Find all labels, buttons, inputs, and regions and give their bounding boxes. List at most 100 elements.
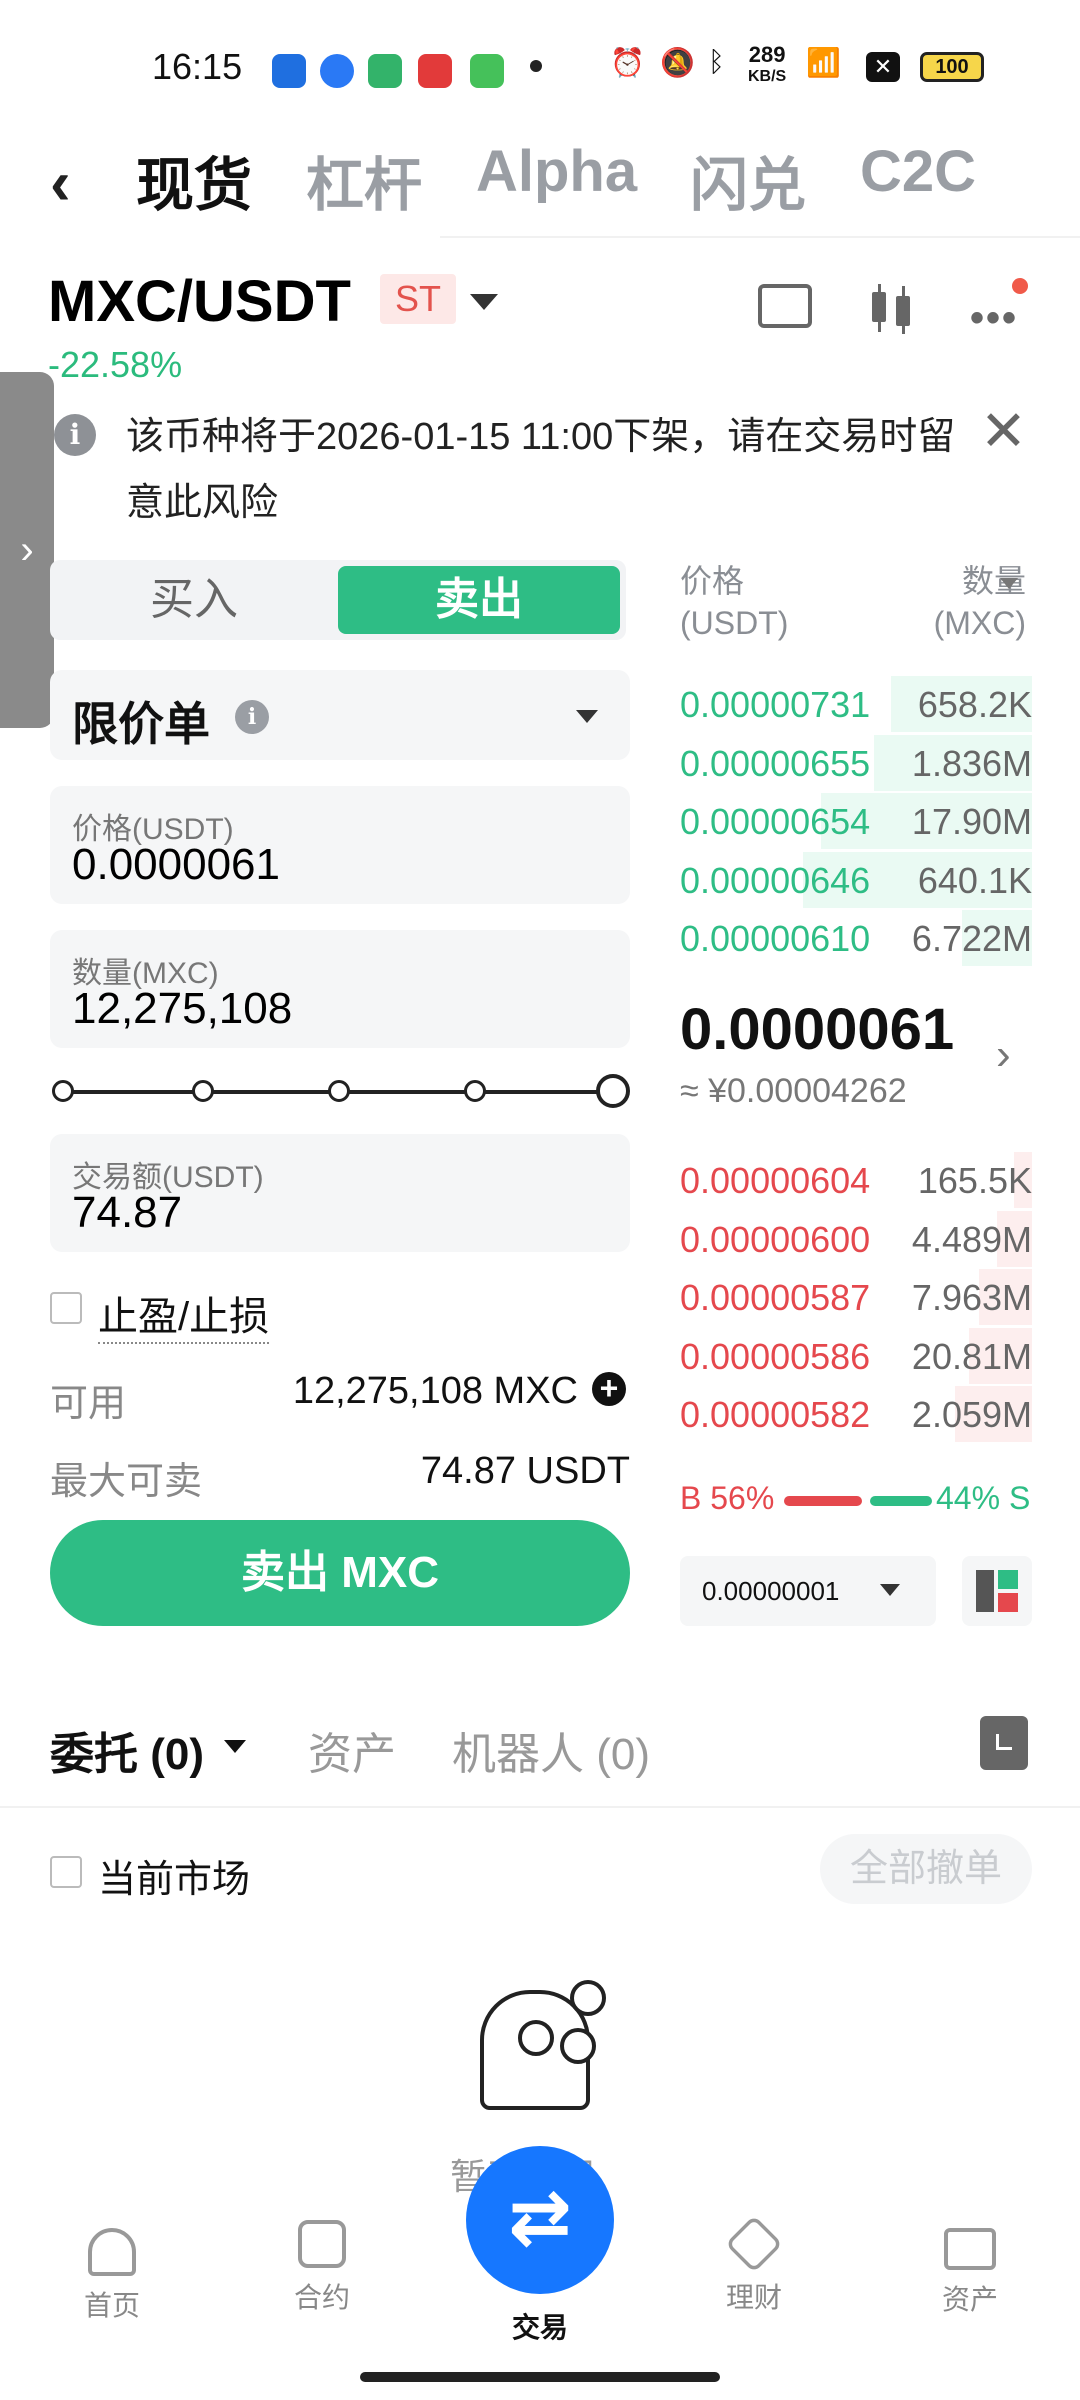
tpsl-label[interactable]: 止盈/止损	[98, 1284, 270, 1344]
bid-row[interactable]: 0.00000604 165.5K	[680, 1152, 1032, 1210]
current-market-label[interactable]: 当前市场	[98, 1848, 250, 1903]
bid-price: 0.00000586	[680, 1335, 871, 1377]
bid-price: 0.00000587	[680, 1277, 871, 1318]
ask-row[interactable]: 0.00000731 658.2K	[680, 676, 1032, 734]
slider-thumb[interactable]	[596, 1074, 630, 1108]
ask-row[interactable]: 0.00000646 640.1K	[680, 851, 1032, 910]
chevron-right-icon[interactable]: ›	[996, 1030, 1011, 1080]
quantity-input[interactable]: 数量(MXC) 12,275,108	[50, 930, 630, 1048]
bid-row[interactable]: 0.00000582 2.059M	[680, 1386, 1032, 1444]
cancel-all-button[interactable]: 全部撤单	[820, 1834, 1032, 1904]
chart-icon[interactable]	[758, 284, 812, 328]
bid-price: 0.00000604	[680, 1160, 871, 1201]
trade-fab-button[interactable]: ⇄	[466, 2146, 614, 2294]
available-label: 可用	[50, 1383, 127, 1425]
amount-input[interactable]: 交易额(USDT) 74.87	[50, 1134, 630, 1252]
order-history-icon[interactable]	[980, 1716, 1028, 1770]
home-indicator	[360, 2372, 720, 2382]
orderbook-layout-button[interactable]	[962, 1556, 1032, 1626]
price-input[interactable]: 价格(USDT) 0.0000061	[50, 786, 630, 904]
tab-margin[interactable]: 杠杆	[306, 138, 422, 222]
tab-bots[interactable]: 机器人 (0)	[452, 1718, 650, 1782]
music-app-icon	[418, 54, 452, 88]
side-drawer-handle[interactable]: ›	[0, 372, 54, 728]
tab-convert[interactable]: 闪兑	[690, 138, 806, 222]
futures-chart-icon	[298, 2220, 346, 2268]
store-app-icon	[470, 54, 504, 88]
bid-row[interactable]: 0.00000600 4.489M	[680, 1210, 1032, 1269]
nav-earn[interactable]: 理财	[684, 2215, 824, 2316]
tab-orders[interactable]: 委托 (0)	[50, 1718, 204, 1782]
candlestick-icon[interactable]	[866, 282, 918, 334]
nav-assets[interactable]: 资产	[900, 2228, 1040, 2318]
empty-state-illustration	[470, 1980, 610, 2120]
sell-tab[interactable]: 卖出	[338, 566, 620, 634]
qty-header-unit: (MXC)	[933, 605, 1026, 641]
quantity-value[interactable]: 12,275,108	[72, 984, 292, 1034]
tpsl-checkbox[interactable]	[50, 1292, 82, 1324]
close-icon[interactable]: ✕	[980, 398, 1027, 464]
network-speed: 289 KB/S	[748, 44, 786, 88]
amount-value[interactable]: 74.87	[72, 1188, 182, 1238]
precision-select[interactable]: 0.00000001	[680, 1556, 936, 1626]
bid-qty: 20.81M	[911, 1335, 1032, 1377]
tab-alpha[interactable]: Alpha	[476, 138, 637, 205]
ask-qty: 658.2K	[917, 684, 1032, 725]
tab-spot[interactable]: 现货	[136, 138, 252, 222]
ask-row[interactable]: 0.00000654 17.90M	[680, 793, 1032, 851]
ask-row[interactable]: 0.00000655 1.836M	[680, 734, 1032, 793]
wifi-icon: 📶	[806, 47, 841, 78]
tab-assets[interactable]: 资产	[308, 1718, 396, 1782]
price-value[interactable]: 0.0000061	[72, 840, 280, 890]
sell-ratio-bar	[870, 1496, 932, 1506]
nav-home[interactable]: 首页	[42, 2228, 182, 2324]
plus-circle-icon[interactable]: +	[592, 1372, 626, 1406]
sell-button[interactable]: 卖出 MXC	[50, 1520, 630, 1626]
ask-price: 0.00000654	[680, 801, 871, 842]
slider-step-50[interactable]	[328, 1080, 350, 1102]
ask-qty: 1.836M	[911, 742, 1032, 784]
info-icon: i	[54, 414, 96, 456]
bid-qty: 2.059M	[911, 1394, 1032, 1435]
bid-qty: 7.963M	[911, 1277, 1032, 1318]
buy-ratio-bar	[784, 1496, 862, 1506]
network-speed-unit: KB/S	[748, 68, 787, 85]
more-icon[interactable]: •••	[970, 296, 1018, 341]
orderbook-price-header: 价格 (USDT)	[680, 560, 788, 644]
price-header-label: 价格	[680, 563, 745, 599]
nav-trade-label[interactable]: 交易	[470, 2306, 610, 2346]
ask-price: 0.00000610	[680, 918, 871, 959]
chevron-down-icon	[576, 710, 598, 723]
orderbook-qty-header[interactable]: 数量 (MXC)	[880, 560, 1026, 644]
pair-symbol[interactable]: MXC/USDT	[48, 268, 351, 335]
qty-unit-dropdown-icon[interactable]	[1000, 578, 1018, 589]
pair-dropdown-icon[interactable]	[470, 294, 498, 310]
st-badge[interactable]: ST	[380, 274, 456, 324]
bid-price: 0.00000582	[680, 1394, 871, 1435]
tab-c2c[interactable]: C2C	[860, 138, 976, 205]
back-arrow-icon[interactable]: ‹	[50, 148, 71, 219]
order-type-select[interactable]: 限价单 i	[50, 670, 630, 760]
nav-divider	[440, 236, 1080, 238]
tabs-divider	[0, 1806, 1080, 1808]
ask-row[interactable]: 0.00000610 6.722M	[680, 910, 1032, 968]
bid-row[interactable]: 0.00000587 7.963M	[680, 1269, 1032, 1327]
last-price: 0.0000061	[680, 997, 955, 1062]
last-price-cny: ≈ ¥0.00004262	[680, 1072, 907, 1110]
more-dot-icon	[530, 60, 542, 72]
current-market-checkbox[interactable]	[50, 1856, 82, 1888]
buy-tab[interactable]: 买入	[50, 560, 338, 640]
orders-dropdown-icon[interactable]	[224, 1740, 246, 1753]
order-type-label: 限价单	[72, 698, 210, 750]
slider-step-0[interactable]	[52, 1080, 74, 1102]
app-notification-icon	[272, 54, 306, 88]
info-icon[interactable]: i	[235, 700, 269, 734]
slider-step-25[interactable]	[192, 1080, 214, 1102]
video-app-icon	[368, 54, 402, 88]
sell-ratio: 44% S	[936, 1480, 1031, 1516]
bid-row[interactable]: 0.00000586 20.81M	[680, 1327, 1032, 1386]
nav-futures[interactable]: 合约	[252, 2220, 392, 2316]
available-value: 12,275,108 MXC	[292, 1370, 578, 1412]
home-icon	[88, 2228, 136, 2276]
slider-step-75[interactable]	[464, 1080, 486, 1102]
